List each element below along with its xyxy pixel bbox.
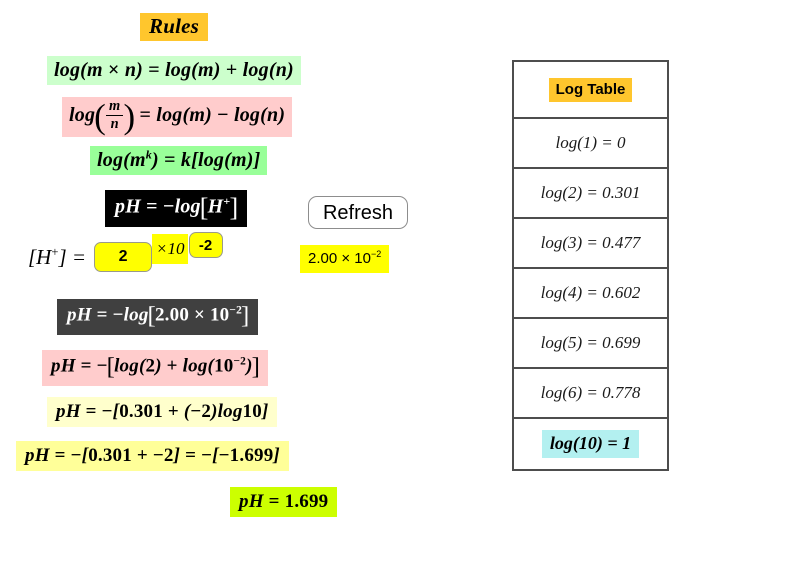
table-row: log(1) = 0 — [514, 119, 667, 169]
times-ten-label: ×10 — [152, 234, 188, 264]
log-table: Log Table log(1) = 0 log(2) = 0.301 log(… — [512, 60, 669, 471]
step-final-answer: pH = 1.699 — [230, 487, 338, 517]
worksheet-canvas: Rules log(m × n) = log(m) + log(n) log(m… — [0, 0, 800, 574]
page-title: Rules — [140, 13, 209, 41]
table-row: log(4) = 0.602 — [514, 269, 667, 319]
rule-quotient-law: log(m n) = log(m) − log(n) — [62, 97, 293, 137]
step-substitute-values: pH = −[0.301 + (−2)log10] — [47, 397, 278, 427]
log-entry-5: log(5) = 0.699 — [540, 333, 641, 352]
scientific-notation-result: 2.00 × 10−2 — [300, 245, 390, 273]
step-sum: pH = −[0.301 + −2] = −[−1.699] — [16, 441, 289, 471]
step-split-logs: pH = −[log(2) + log(10−2)] — [42, 350, 269, 386]
step-substitute: pH = −log[2.00 × 10−2] — [57, 299, 259, 335]
refresh-button[interactable]: Refresh — [308, 196, 408, 229]
concentration-label: [H+] = — [28, 244, 87, 269]
log-entry-1: log(1) = 0 — [555, 133, 626, 152]
log-entry-4: log(4) = 0.602 — [540, 283, 641, 302]
log-table-title: Log Table — [548, 77, 633, 102]
concentration-input-row: [H+] = ×10 — [28, 232, 223, 280]
log-table-header: Log Table — [514, 62, 667, 119]
log-entry-3: log(3) = 0.477 — [540, 233, 641, 252]
log-entry-2: log(2) = 0.301 — [540, 183, 641, 202]
rule-product-law: log(m × n) = log(m) + log(n) — [47, 56, 301, 85]
table-row: log(10) = 1 — [514, 419, 667, 469]
log-entry-10: log(10) = 1 — [541, 430, 640, 458]
log-entry-6: log(6) = 0.778 — [540, 383, 641, 402]
mantissa-input[interactable] — [94, 242, 153, 272]
rule-power-law: log(mk) = k[log(m)] — [90, 146, 268, 175]
ph-definition-formula: pH = −log[H+] — [105, 190, 248, 227]
table-row: log(2) = 0.301 — [514, 169, 667, 219]
exponent-input[interactable] — [188, 232, 223, 258]
table-row: log(3) = 0.477 — [514, 219, 667, 269]
table-row: log(6) = 0.778 — [514, 369, 667, 419]
table-row: log(5) = 0.699 — [514, 319, 667, 369]
